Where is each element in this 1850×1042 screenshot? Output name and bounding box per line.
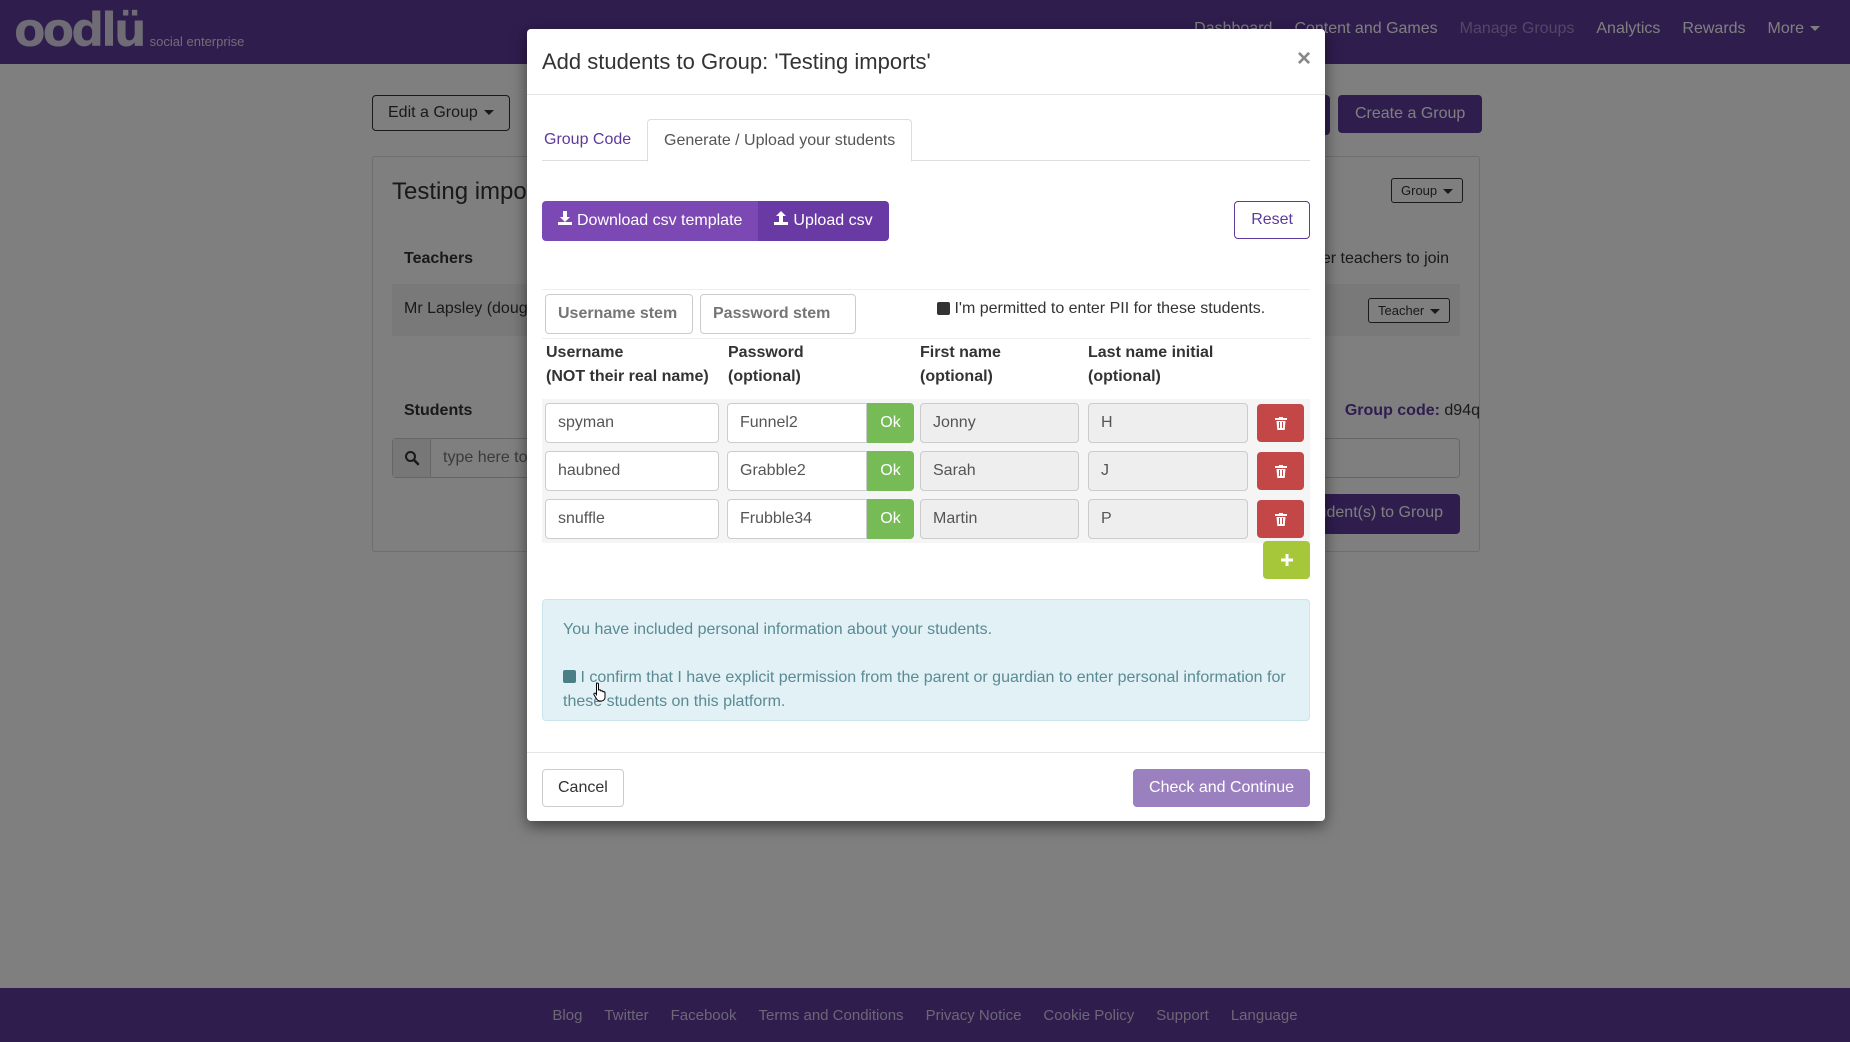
reset-button[interactable]: Reset: [1234, 201, 1310, 239]
first-name-input[interactable]: [920, 403, 1079, 443]
pii-confirm-checkbox[interactable]: [563, 670, 576, 683]
first-name-input[interactable]: [920, 451, 1079, 491]
hand-pointer-cursor-icon: [592, 682, 608, 702]
first-name-input[interactable]: [920, 499, 1079, 539]
stem-row: I'm permitted to enter PII for these stu…: [542, 289, 1310, 339]
download-csv-label: Download csv template: [577, 212, 743, 229]
username-input[interactable]: [545, 403, 719, 443]
column-header-line1: Password: [728, 344, 804, 361]
column-header-line2: (optional): [728, 368, 801, 385]
student-row: Ok: [542, 447, 1310, 495]
modal-title: Add students to Group: 'Testing imports': [542, 49, 931, 74]
upload-csv-label: Upload csv: [793, 212, 873, 229]
close-icon[interactable]: ×: [1297, 47, 1311, 71]
username-stem-input[interactable]: [545, 294, 693, 334]
delete-row-button[interactable]: [1257, 452, 1304, 490]
upload-icon: [774, 201, 789, 241]
password-input[interactable]: [727, 403, 867, 443]
password-ok-button[interactable]: Ok: [867, 451, 914, 491]
trash-icon: [1274, 464, 1287, 478]
upload-csv-button[interactable]: Upload csv: [758, 201, 889, 241]
download-icon: [558, 201, 572, 241]
pii-alert: You have included personal information a…: [542, 599, 1310, 721]
add-students-modal: Add students to Group: 'Testing imports'…: [527, 29, 1325, 821]
last-initial-input[interactable]: [1088, 499, 1248, 539]
pii-confirm-label[interactable]: I confirm that I have explicit permissio…: [563, 669, 1286, 710]
pii-permission-label[interactable]: I'm permitted to enter PII for these stu…: [954, 300, 1265, 317]
column-header-line1: First name: [920, 344, 1001, 361]
column-header-line2: (optional): [920, 368, 993, 385]
column-header-last-initial: Last name initial (optional): [1088, 341, 1213, 389]
pii-permission: I'm permitted to enter PII for these stu…: [937, 300, 1265, 318]
download-csv-button[interactable]: Download csv template: [542, 201, 759, 241]
delete-row-button[interactable]: [1257, 500, 1304, 538]
modal-tabs: Group Code Generate / Upload your studen…: [542, 119, 1310, 162]
column-header-line1: Last name initial: [1088, 344, 1214, 361]
last-initial-input[interactable]: [1088, 451, 1248, 491]
pii-permission-checkbox[interactable]: [937, 302, 950, 316]
column-header-line1: Username: [546, 344, 624, 361]
delete-row-button[interactable]: [1257, 404, 1304, 442]
last-initial-input[interactable]: [1088, 403, 1248, 443]
tab-generate-upload[interactable]: Generate / Upload your students: [647, 119, 913, 162]
column-header-line2: (optional): [1088, 368, 1161, 385]
trash-icon: [1274, 512, 1287, 526]
trash-icon: [1274, 416, 1287, 430]
pii-confirm: I confirm that I have explicit permissio…: [563, 666, 1289, 714]
cancel-button[interactable]: Cancel: [542, 769, 624, 807]
csv-button-group: Download csv template Upload csv: [542, 201, 889, 241]
password-input[interactable]: [727, 451, 867, 491]
add-row-button[interactable]: [1263, 541, 1310, 579]
column-header-line2: (NOT their real name): [546, 368, 709, 385]
tab-group-code[interactable]: Group Code: [542, 119, 647, 161]
check-and-continue-button[interactable]: Check and Continue: [1133, 769, 1310, 807]
password-ok-button[interactable]: Ok: [867, 499, 914, 539]
password-stem-input[interactable]: [700, 294, 856, 334]
plus-icon: [1280, 554, 1293, 566]
student-row: Ok: [542, 495, 1310, 543]
password-ok-button[interactable]: Ok: [867, 403, 914, 443]
modal-header: Add students to Group: 'Testing imports'…: [527, 29, 1325, 95]
password-input[interactable]: [727, 499, 867, 539]
column-header-username: Username (NOT their real name): [546, 341, 709, 389]
column-header-password: Password (optional): [728, 341, 804, 389]
student-row: Ok: [542, 399, 1310, 447]
column-header-first-name: First name (optional): [920, 341, 1001, 389]
modal-footer: Cancel Check and Continue: [527, 752, 1325, 821]
username-input[interactable]: [545, 451, 719, 491]
pii-alert-text: You have included personal information a…: [563, 621, 993, 638]
username-input[interactable]: [545, 499, 719, 539]
